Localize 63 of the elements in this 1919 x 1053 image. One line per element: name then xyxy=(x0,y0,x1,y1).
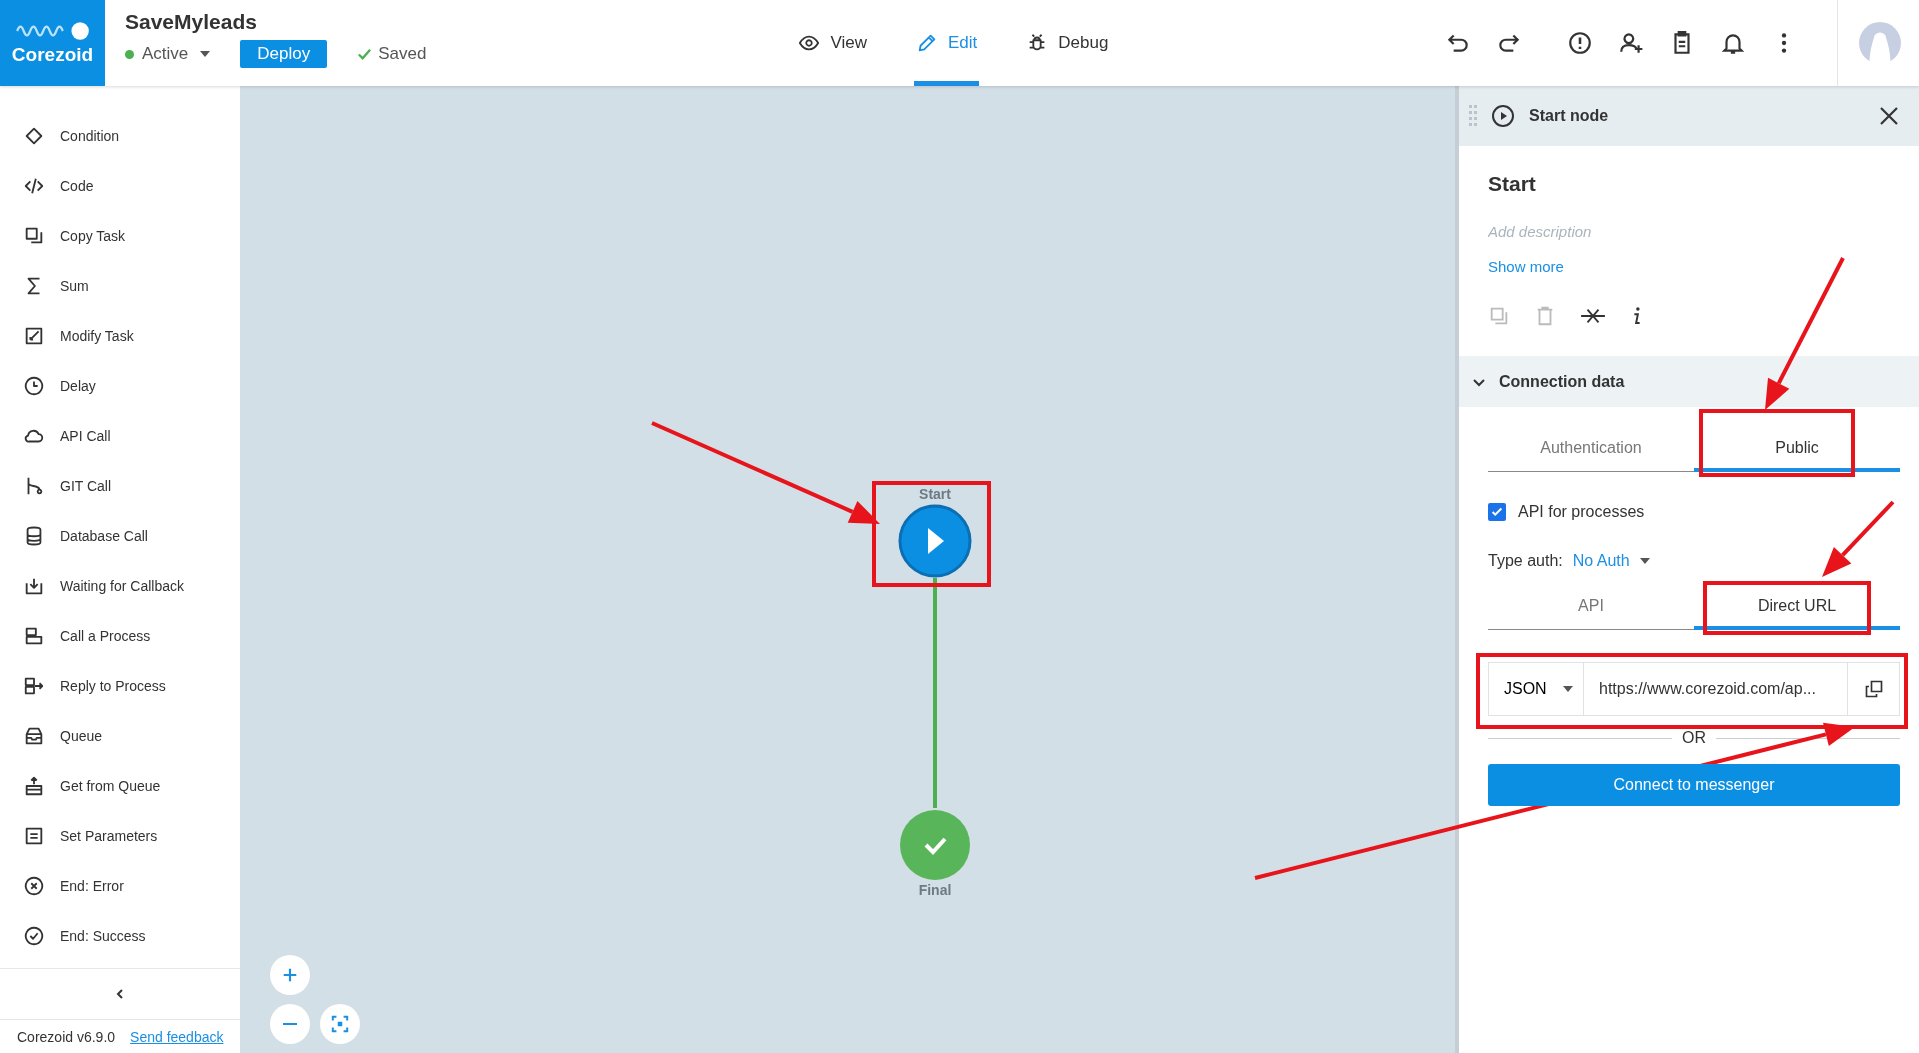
section-header[interactable]: Connection data xyxy=(1459,356,1919,407)
node-palette-item[interactable]: Modify Task xyxy=(0,311,240,361)
node-palette-item[interactable]: Get from Queue xyxy=(0,761,240,811)
checkbox[interactable] xyxy=(1488,503,1506,521)
process-title: SaveMyleads xyxy=(125,10,258,34)
upload-tray-icon xyxy=(23,775,45,797)
fit-view-button[interactable] xyxy=(320,1004,360,1044)
start-node[interactable] xyxy=(898,504,972,578)
panel-title: Start node xyxy=(1529,107,1609,125)
version-text: Corezoid v6.9.0 xyxy=(17,1028,116,1045)
show-more-link[interactable]: Show more xyxy=(1488,258,1564,275)
list-icon xyxy=(23,825,45,847)
node-palette-item[interactable]: Delay xyxy=(0,361,240,411)
status-dropdown[interactable]: Active xyxy=(125,44,211,64)
tab[interactable]: Authentication xyxy=(1488,428,1694,472)
alert-icon[interactable] xyxy=(1567,30,1593,56)
add-user-icon[interactable] xyxy=(1618,30,1644,56)
node-palette-item[interactable]: End: Error xyxy=(0,861,240,911)
stacked-boxes-icon xyxy=(23,625,45,647)
check-icon xyxy=(357,46,373,62)
node-palette-item[interactable]: GIT Call xyxy=(0,461,240,511)
node-palette-item[interactable]: Code xyxy=(0,161,240,211)
node-palette-item[interactable]: Reply to Process xyxy=(0,661,240,711)
check-icon xyxy=(1490,505,1504,519)
nav-tab[interactable]: View xyxy=(796,0,869,86)
collapse-icon[interactable] xyxy=(114,988,126,1000)
drag-handle-icon[interactable] xyxy=(1469,104,1477,128)
final-node[interactable] xyxy=(900,810,970,880)
tab[interactable]: API xyxy=(1488,586,1694,630)
node-palette-item[interactable]: End: Success xyxy=(0,911,240,961)
focus-frame-icon xyxy=(331,1015,349,1033)
node-palette-item[interactable]: Queue xyxy=(0,711,240,761)
feedback-link[interactable]: Send feedback xyxy=(130,1028,224,1045)
inbox-icon xyxy=(23,725,45,747)
node-title: Start xyxy=(1488,172,1536,196)
node-palette-item[interactable]: Set Parameters xyxy=(0,811,240,861)
clock-icon xyxy=(23,375,45,397)
tab[interactable]: Direct URL xyxy=(1694,586,1900,630)
checkbox-label: API for processes xyxy=(1518,503,1645,521)
tab[interactable]: Public xyxy=(1694,428,1900,472)
node-palette-item[interactable]: Database Call xyxy=(0,511,240,561)
node-label: Final xyxy=(918,882,952,898)
boxes-arrow-icon xyxy=(23,675,45,697)
play-circle-icon xyxy=(1491,104,1515,128)
zoom-in-button[interactable] xyxy=(270,955,310,995)
logo-text: Corezoid xyxy=(11,44,94,66)
wave-logo-icon xyxy=(14,20,91,42)
node-palette-item[interactable]: Waiting for Callback xyxy=(0,561,240,611)
separator-text: OR xyxy=(1682,729,1706,747)
node-palette-item[interactable]: Sum xyxy=(0,261,240,311)
node-label: Start xyxy=(919,486,951,502)
type-auth-label: Type auth: xyxy=(1488,552,1563,570)
plus-icon xyxy=(281,966,299,984)
close-icon[interactable] xyxy=(1879,106,1899,126)
auth-dropdown[interactable]: No Auth xyxy=(1572,552,1650,570)
node-palette-item[interactable]: Copy Task xyxy=(0,211,240,261)
nav-tab[interactable]: Debug xyxy=(1024,0,1111,86)
node-palette-item[interactable]: Condition xyxy=(0,111,240,161)
minus-icon xyxy=(283,1022,297,1026)
node-palette-item[interactable]: Call a Process xyxy=(0,611,240,661)
node-palette-item[interactable]: API Call xyxy=(0,411,240,461)
saved-status: Saved xyxy=(357,44,427,64)
diamond-icon xyxy=(23,125,45,147)
